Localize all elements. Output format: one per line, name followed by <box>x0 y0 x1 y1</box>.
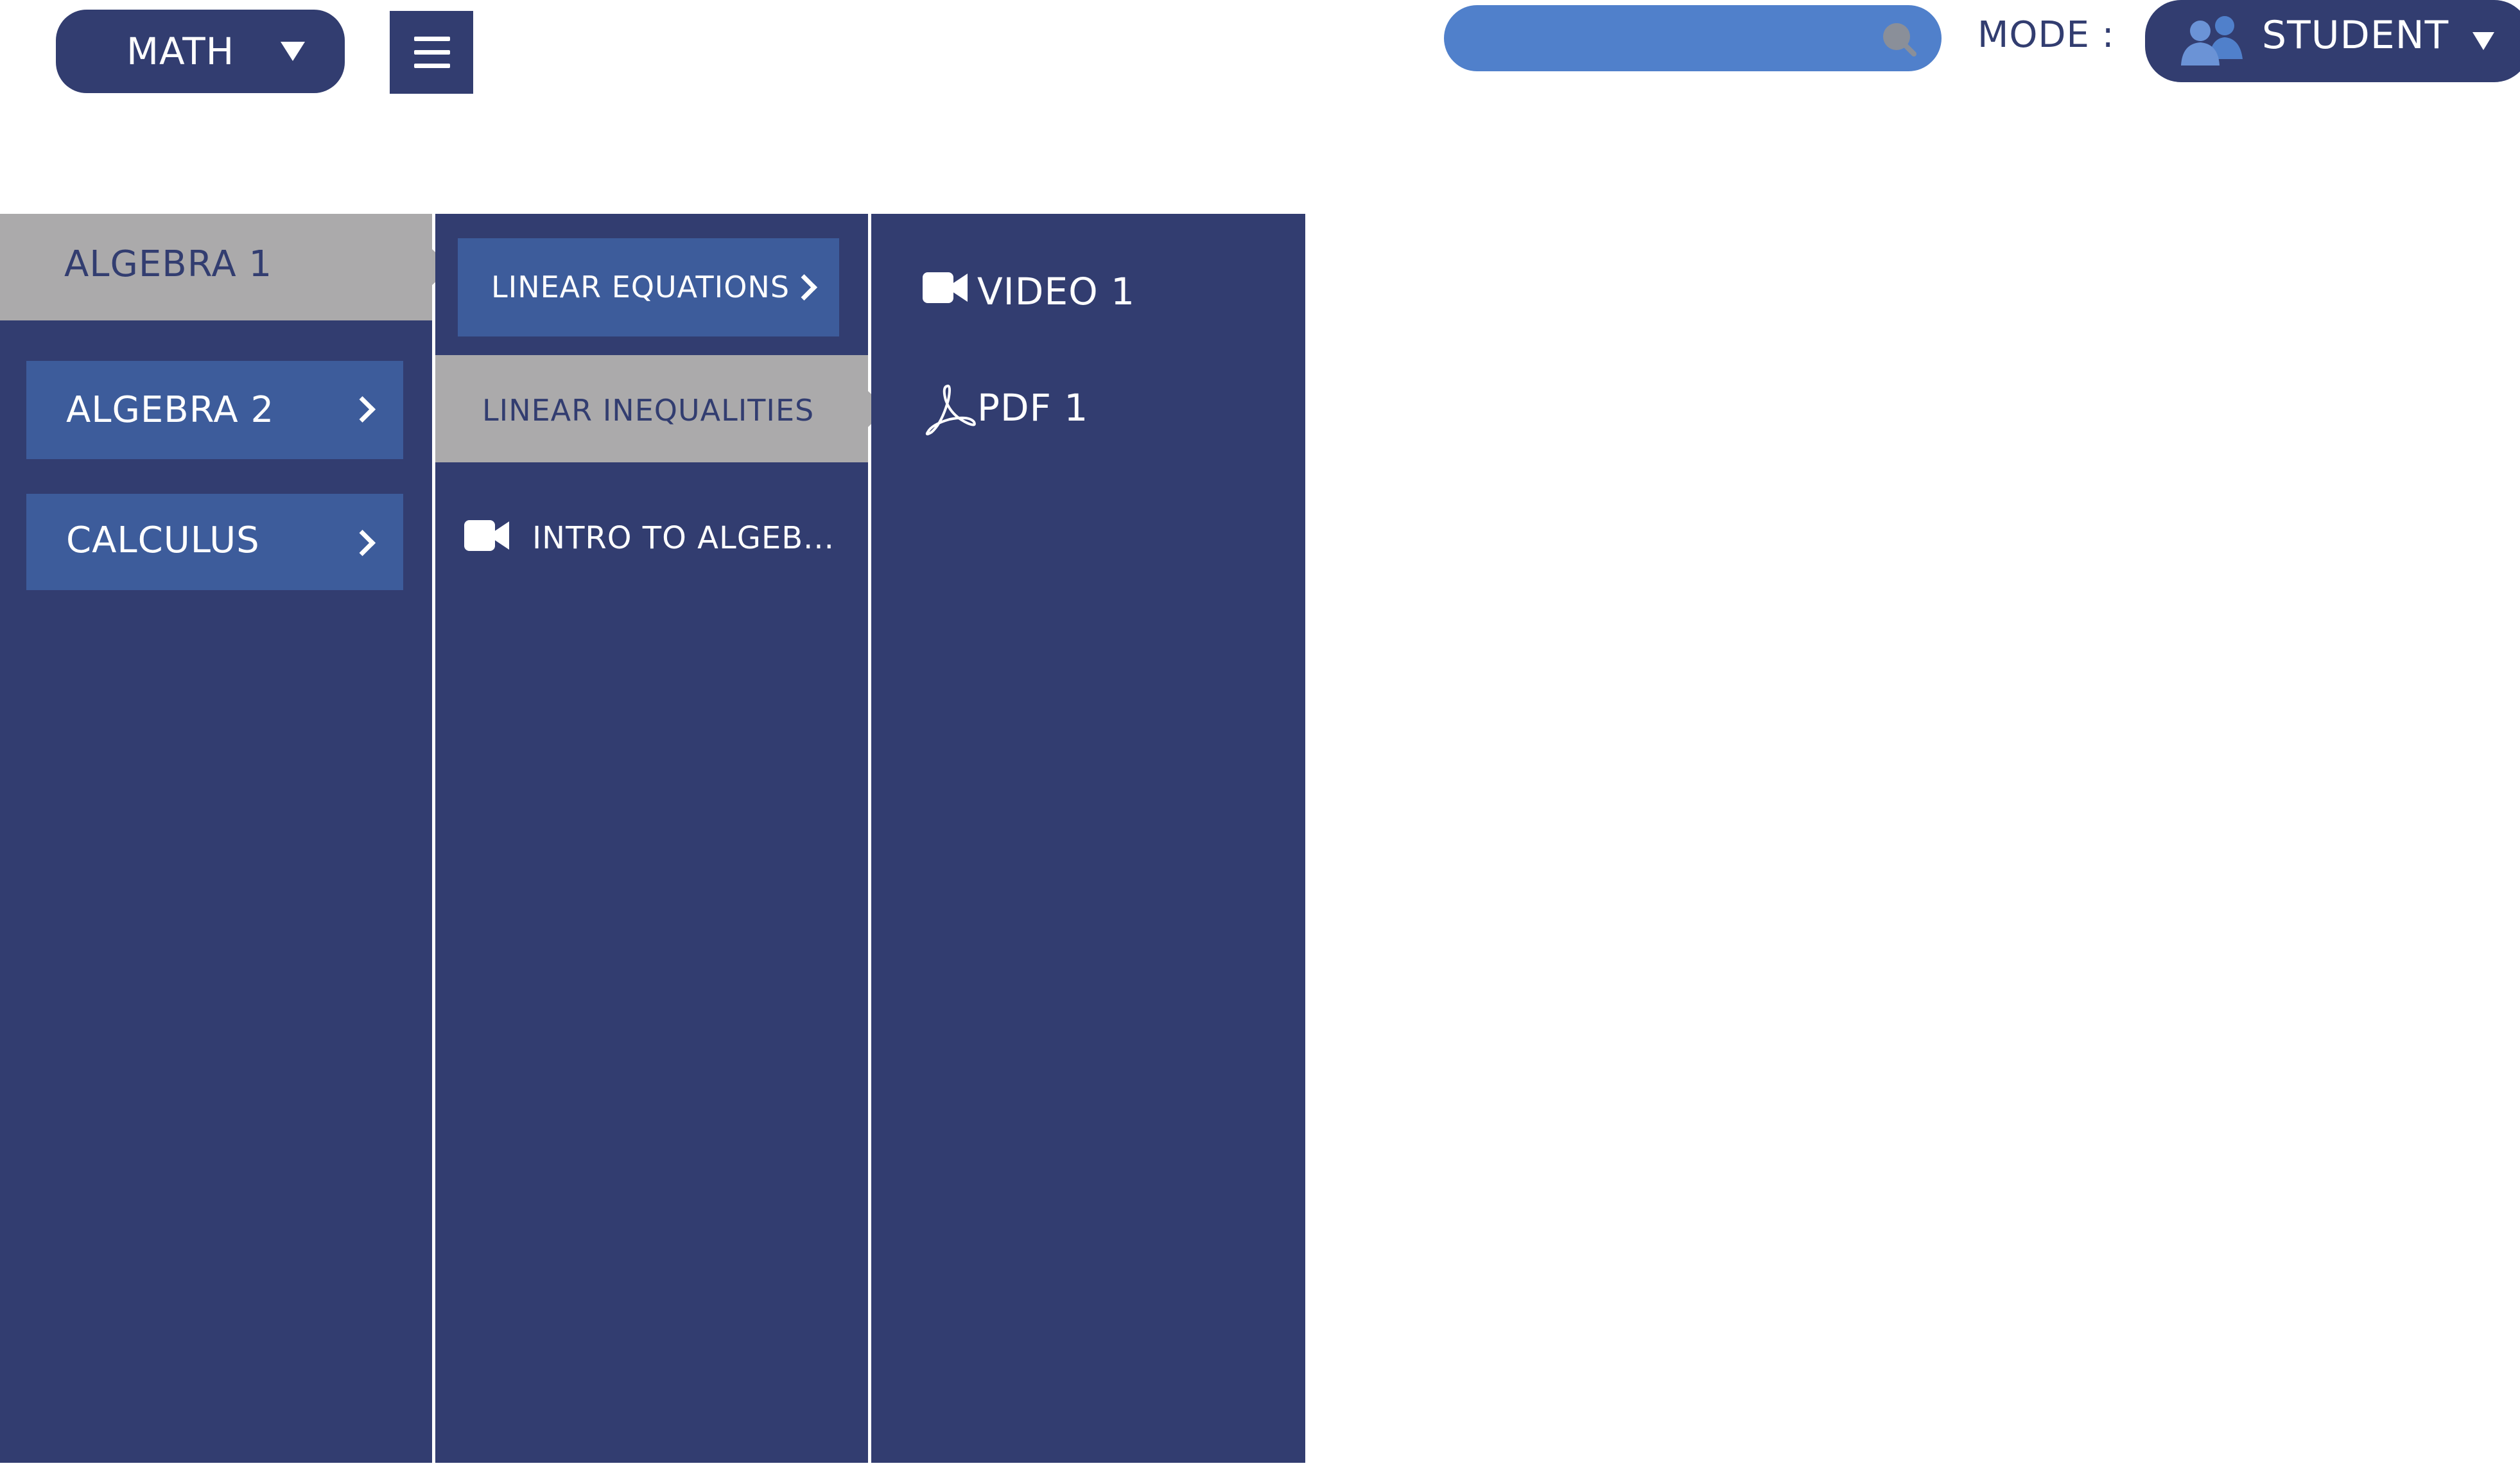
chevron-right-icon <box>349 396 376 423</box>
resources-column: VIDEO 1 PDF 1 <box>871 214 1305 1463</box>
subject-select-label: MATH <box>126 30 235 73</box>
chevron-right-icon <box>349 529 376 557</box>
topic-item-label: LINEAR EQUATIONS <box>491 270 790 304</box>
resource-item-label: VIDEO 1 <box>977 270 1136 313</box>
mode-select[interactable]: STUDENT <box>2145 0 2520 82</box>
mode-label: MODE : <box>1977 14 2115 56</box>
resource-item-pdf-1[interactable]: PDF 1 <box>923 380 1282 444</box>
course-item-algebra-1[interactable]: ALGEBRA 1 <box>0 214 451 320</box>
search-icon[interactable] <box>1879 19 1918 58</box>
chevron-right-icon <box>790 274 818 301</box>
topic-item-linear-inequalities[interactable]: LINEAR INEQUALITIES <box>435 355 887 462</box>
video-camera-icon <box>923 272 968 303</box>
video-camera-icon <box>464 520 509 551</box>
course-item-label: ALGEBRA 1 <box>64 243 273 285</box>
course-item-label: CALCULUS <box>66 519 260 561</box>
topic-item-linear-equations[interactable]: LINEAR EQUATIONS <box>458 238 839 336</box>
caret-down-icon <box>281 42 305 61</box>
topic-item-label: LINEAR INEQUALITIES <box>482 393 815 428</box>
users-icon <box>2181 16 2243 65</box>
topic-item-intro-video[interactable]: INTRO TO ALGEB... <box>464 512 849 564</box>
course-item-label: ALGEBRA 2 <box>66 389 275 431</box>
subject-select[interactable]: MATH <box>56 10 345 93</box>
caret-down-icon <box>2472 32 2494 50</box>
mode-select-label: STUDENT <box>2262 13 2449 58</box>
search-bar[interactable] <box>1444 5 1942 71</box>
topics-column: LINEAR EQUATIONS LINEAR INEQUALITIES INT… <box>435 214 887 1463</box>
resource-item-video-1[interactable]: VIDEO 1 <box>923 262 1282 320</box>
topic-item-label: INTRO TO ALGEB... <box>532 520 835 556</box>
course-item-calculus[interactable]: CALCULUS <box>26 494 403 590</box>
menu-button[interactable] <box>390 11 473 94</box>
search-input[interactable] <box>1470 5 1870 71</box>
course-item-algebra-2[interactable]: ALGEBRA 2 <box>26 361 403 459</box>
courses-column: ALGEBRA 1 ALGEBRA 2 CALCULUS <box>0 214 451 1463</box>
pdf-icon <box>925 385 976 435</box>
resource-item-label: PDF 1 <box>977 386 1089 430</box>
hamburger-menu-icon <box>414 37 450 41</box>
